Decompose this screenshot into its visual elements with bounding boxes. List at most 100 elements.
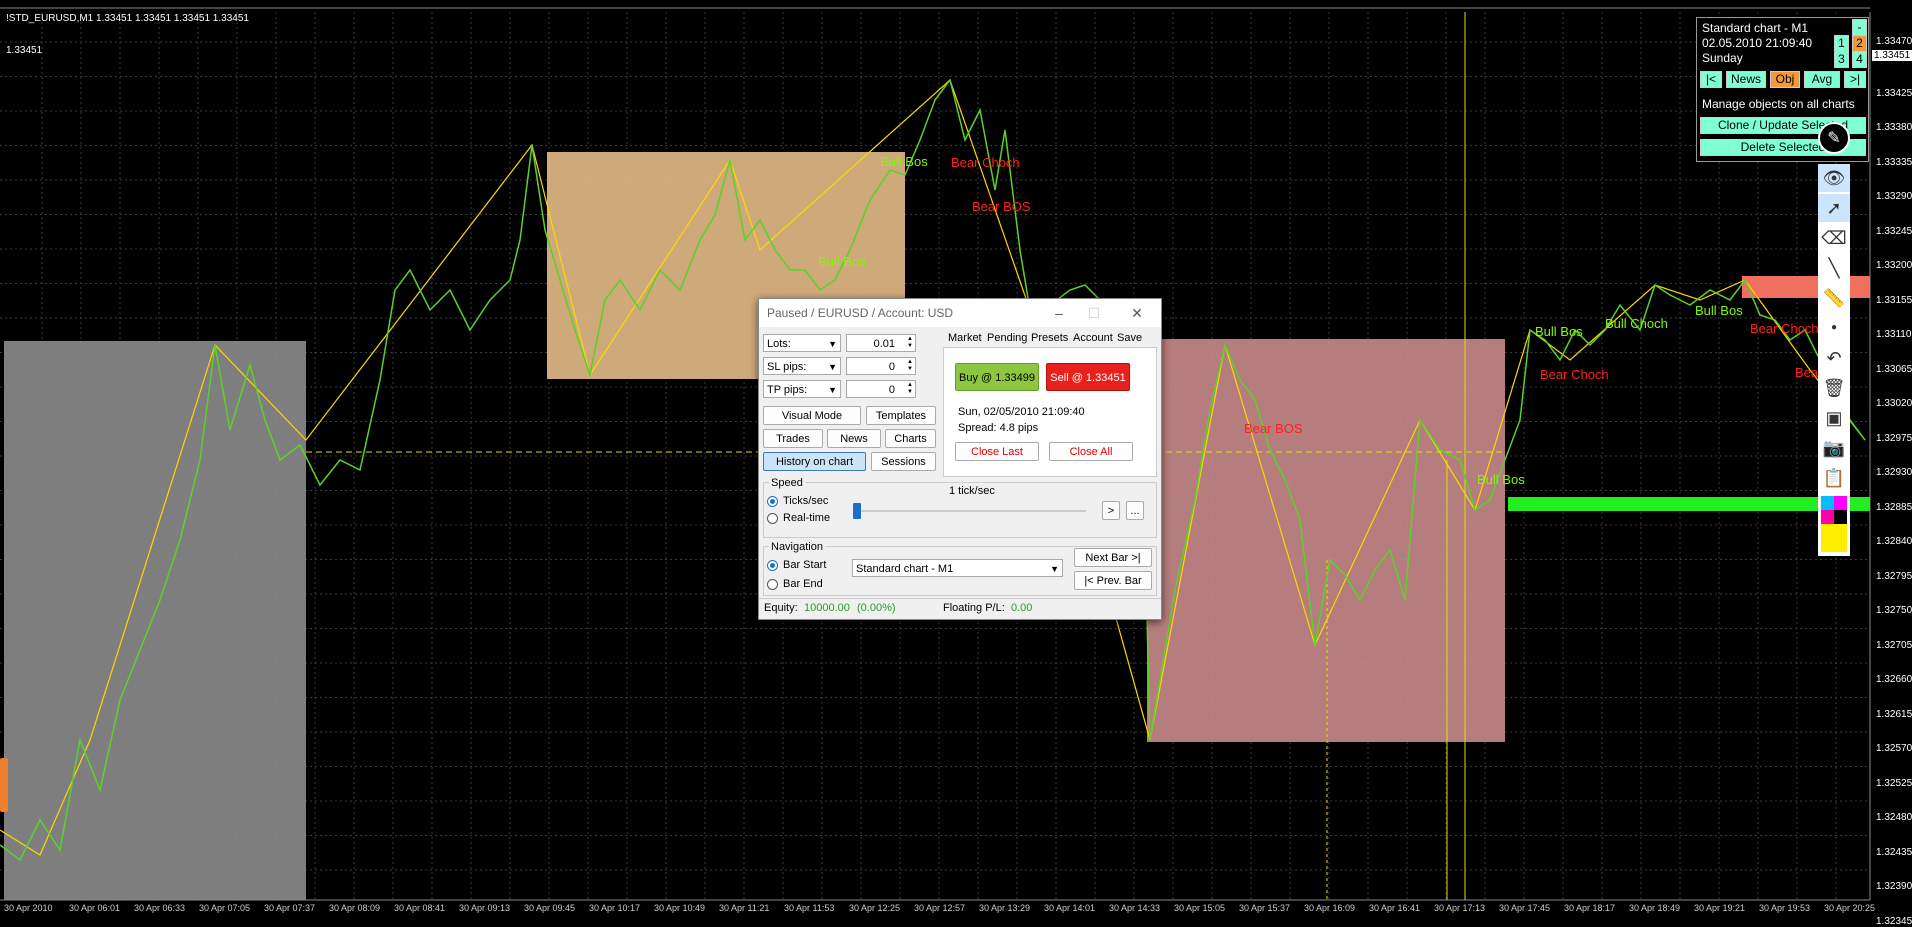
color-swatch-yellow[interactable] (1821, 524, 1847, 552)
pen-icon[interactable]: ✎ (1818, 122, 1850, 154)
more-button[interactable]: ... (1126, 501, 1144, 520)
close-icon[interactable]: ✕ (1125, 303, 1149, 323)
trades-button[interactable]: Trades (763, 429, 823, 448)
camera-icon[interactable]: 📷 (1818, 434, 1850, 462)
cursor-icon[interactable]: ➚ (1818, 194, 1850, 222)
prev-bar-button[interactable]: |< Prev. Bar (1074, 571, 1152, 590)
chart-4-button[interactable]: 4 (1852, 51, 1867, 68)
chart-2-button[interactable]: 2 (1852, 35, 1867, 52)
sell-button[interactable]: Sell @ 1.33451 (1046, 363, 1130, 391)
ticks-sec-radio[interactable] (767, 496, 778, 507)
real-time-label: Real-time (783, 512, 831, 524)
real-time-radio[interactable] (767, 513, 778, 524)
close-all-button[interactable]: Close All (1049, 442, 1133, 461)
panel-day: Sunday (1702, 51, 1743, 65)
bar-start-radio[interactable] (767, 560, 778, 571)
eraser-icon[interactable]: ⌫ (1818, 224, 1850, 252)
price-tick-label: 1.32660 (1876, 674, 1912, 685)
time-tick-label: 30 Apr 16:41 (1369, 903, 1421, 913)
time-tick-label: 30 Apr 13:29 (979, 903, 1031, 913)
tab-pending[interactable]: Pending (987, 332, 1027, 344)
buy-button[interactable]: Buy @ 1.33499 (955, 363, 1039, 391)
tab-save[interactable]: Save (1117, 332, 1142, 344)
next-bar-button[interactable]: Next Bar >| (1074, 548, 1152, 567)
time-tick-label: 30 Apr 14:33 (1109, 903, 1161, 913)
clipboard-icon[interactable]: 📋 (1818, 464, 1850, 492)
dot-icon[interactable]: ● (1818, 314, 1850, 342)
collapse-button[interactable]: - (1852, 19, 1867, 36)
history-on-chart-button[interactable]: History on chart (763, 452, 866, 471)
left-edge-tab[interactable] (0, 758, 8, 812)
sessions-button[interactable]: Sessions (871, 452, 936, 471)
color-swatch-cyan[interactable] (1821, 496, 1834, 510)
bar-start-label: Bar Start (783, 559, 827, 571)
date-info: Sun, 02/05/2010 21:09:40 (958, 406, 1085, 418)
obj-toggle[interactable]: Obj (1770, 71, 1800, 88)
undo-icon[interactable]: ↶ (1818, 344, 1850, 372)
chart-1-button[interactable]: 1 (1834, 35, 1849, 52)
equity-value: 10000.00 (804, 602, 850, 614)
tp-label: TP pips: (767, 384, 808, 396)
lots-select[interactable]: Lots: ▼ (763, 334, 841, 352)
trash-icon[interactable]: 🗑 (1818, 374, 1850, 402)
color-swatch-black[interactable] (1834, 510, 1847, 524)
color-swatch-magenta[interactable] (1834, 496, 1847, 510)
time-tick-label: 30 Apr 06:01 (69, 903, 121, 913)
tab-market[interactable]: Market (948, 332, 982, 344)
tp-select[interactable]: TP pips: ▼ (763, 380, 841, 398)
close-last-button[interactable]: Close Last (955, 442, 1039, 461)
price-tick-label: 1.32975 (1876, 432, 1912, 444)
sl-input[interactable]: 0 ▲ ▼ (846, 357, 916, 375)
chart-3-button[interactable]: 3 (1834, 51, 1849, 68)
time-tick-label: 30 Apr 06:33 (134, 903, 186, 913)
tp-input[interactable]: 0 ▲ ▼ (846, 380, 916, 398)
annotation: Bull Bos (880, 154, 928, 169)
news-button[interactable]: News (827, 429, 881, 448)
floating-pl-label: Floating P/L: (943, 602, 1005, 614)
equity-label: Equity: (764, 602, 798, 614)
minimize-icon[interactable]: – (1047, 303, 1071, 323)
spinner-icon[interactable]: ▲ ▼ (907, 382, 913, 396)
price-tick-label: 1.32525 (1876, 777, 1912, 789)
templates-button[interactable]: Templates (866, 406, 936, 425)
visual-mode-button[interactable]: Visual Mode (763, 406, 861, 425)
first-button[interactable]: |< (1700, 71, 1722, 88)
annotation: Bull Bos (818, 254, 866, 269)
monitor-icon[interactable]: ▣ (1818, 404, 1850, 432)
time-tick-label: 30 Apr 15:05 (1174, 903, 1226, 913)
last-button[interactable]: >| (1844, 71, 1866, 88)
annotation: Bull Bos (1695, 303, 1743, 318)
time-tick-label: 30 Apr 10:49 (654, 903, 706, 913)
news-toggle[interactable]: News (1726, 71, 1766, 88)
time-tick-label: 30 Apr 08:09 (329, 903, 381, 913)
drawing-toolbar: 👁 ➚ ⌫ ╲ 📏 ● ↶ 🗑 ▣ 📷 📋 (1818, 164, 1850, 556)
speed-slider-thumb[interactable] (853, 503, 861, 519)
dialog-titlebar[interactable]: Paused / EURUSD / Account: USD – ☐ ✕ (759, 299, 1161, 327)
speed-slider-track[interactable] (854, 510, 1086, 512)
chart-select[interactable]: Standard chart - M1 ▼ (852, 559, 1063, 577)
lots-input[interactable]: 0.01 ▲ ▼ (846, 334, 916, 352)
price-tick-label: 1.32840 (1876, 536, 1912, 547)
eye-icon[interactable]: 👁 (1818, 164, 1850, 192)
sl-select[interactable]: SL pips: ▼ (763, 357, 841, 375)
ticks-sec-label: Ticks/sec (783, 495, 829, 507)
spinner-icon[interactable]: ▲ ▼ (907, 336, 913, 350)
time-tick-label: 30 Apr 16:09 (1304, 903, 1356, 913)
ruler-icon[interactable]: 📏 (1818, 284, 1850, 312)
spinner-icon[interactable]: ▲ ▼ (907, 359, 913, 373)
speed-next-button[interactable]: > (1102, 501, 1120, 520)
sl-value: 0 (888, 361, 895, 373)
sl-label: SL pips: (767, 361, 807, 373)
chevron-down-icon: ▼ (828, 385, 837, 395)
tab-account[interactable]: Account (1073, 332, 1113, 344)
avg-toggle[interactable]: Avg (1804, 71, 1840, 88)
bar-end-radio[interactable] (767, 579, 778, 590)
color-swatch-pink[interactable] (1821, 510, 1834, 524)
tab-presets[interactable]: Presets (1031, 332, 1068, 344)
line-tool-icon[interactable]: ╲ (1818, 254, 1850, 282)
time-tick-label: 30 Apr 15:37 (1239, 903, 1291, 913)
price-tick-label: 1.33110 (1876, 329, 1912, 340)
maximize-icon[interactable]: ☐ (1082, 303, 1106, 323)
charts-button[interactable]: Charts (885, 429, 936, 448)
time-tick-label: 30 Apr 2010 (4, 903, 53, 913)
